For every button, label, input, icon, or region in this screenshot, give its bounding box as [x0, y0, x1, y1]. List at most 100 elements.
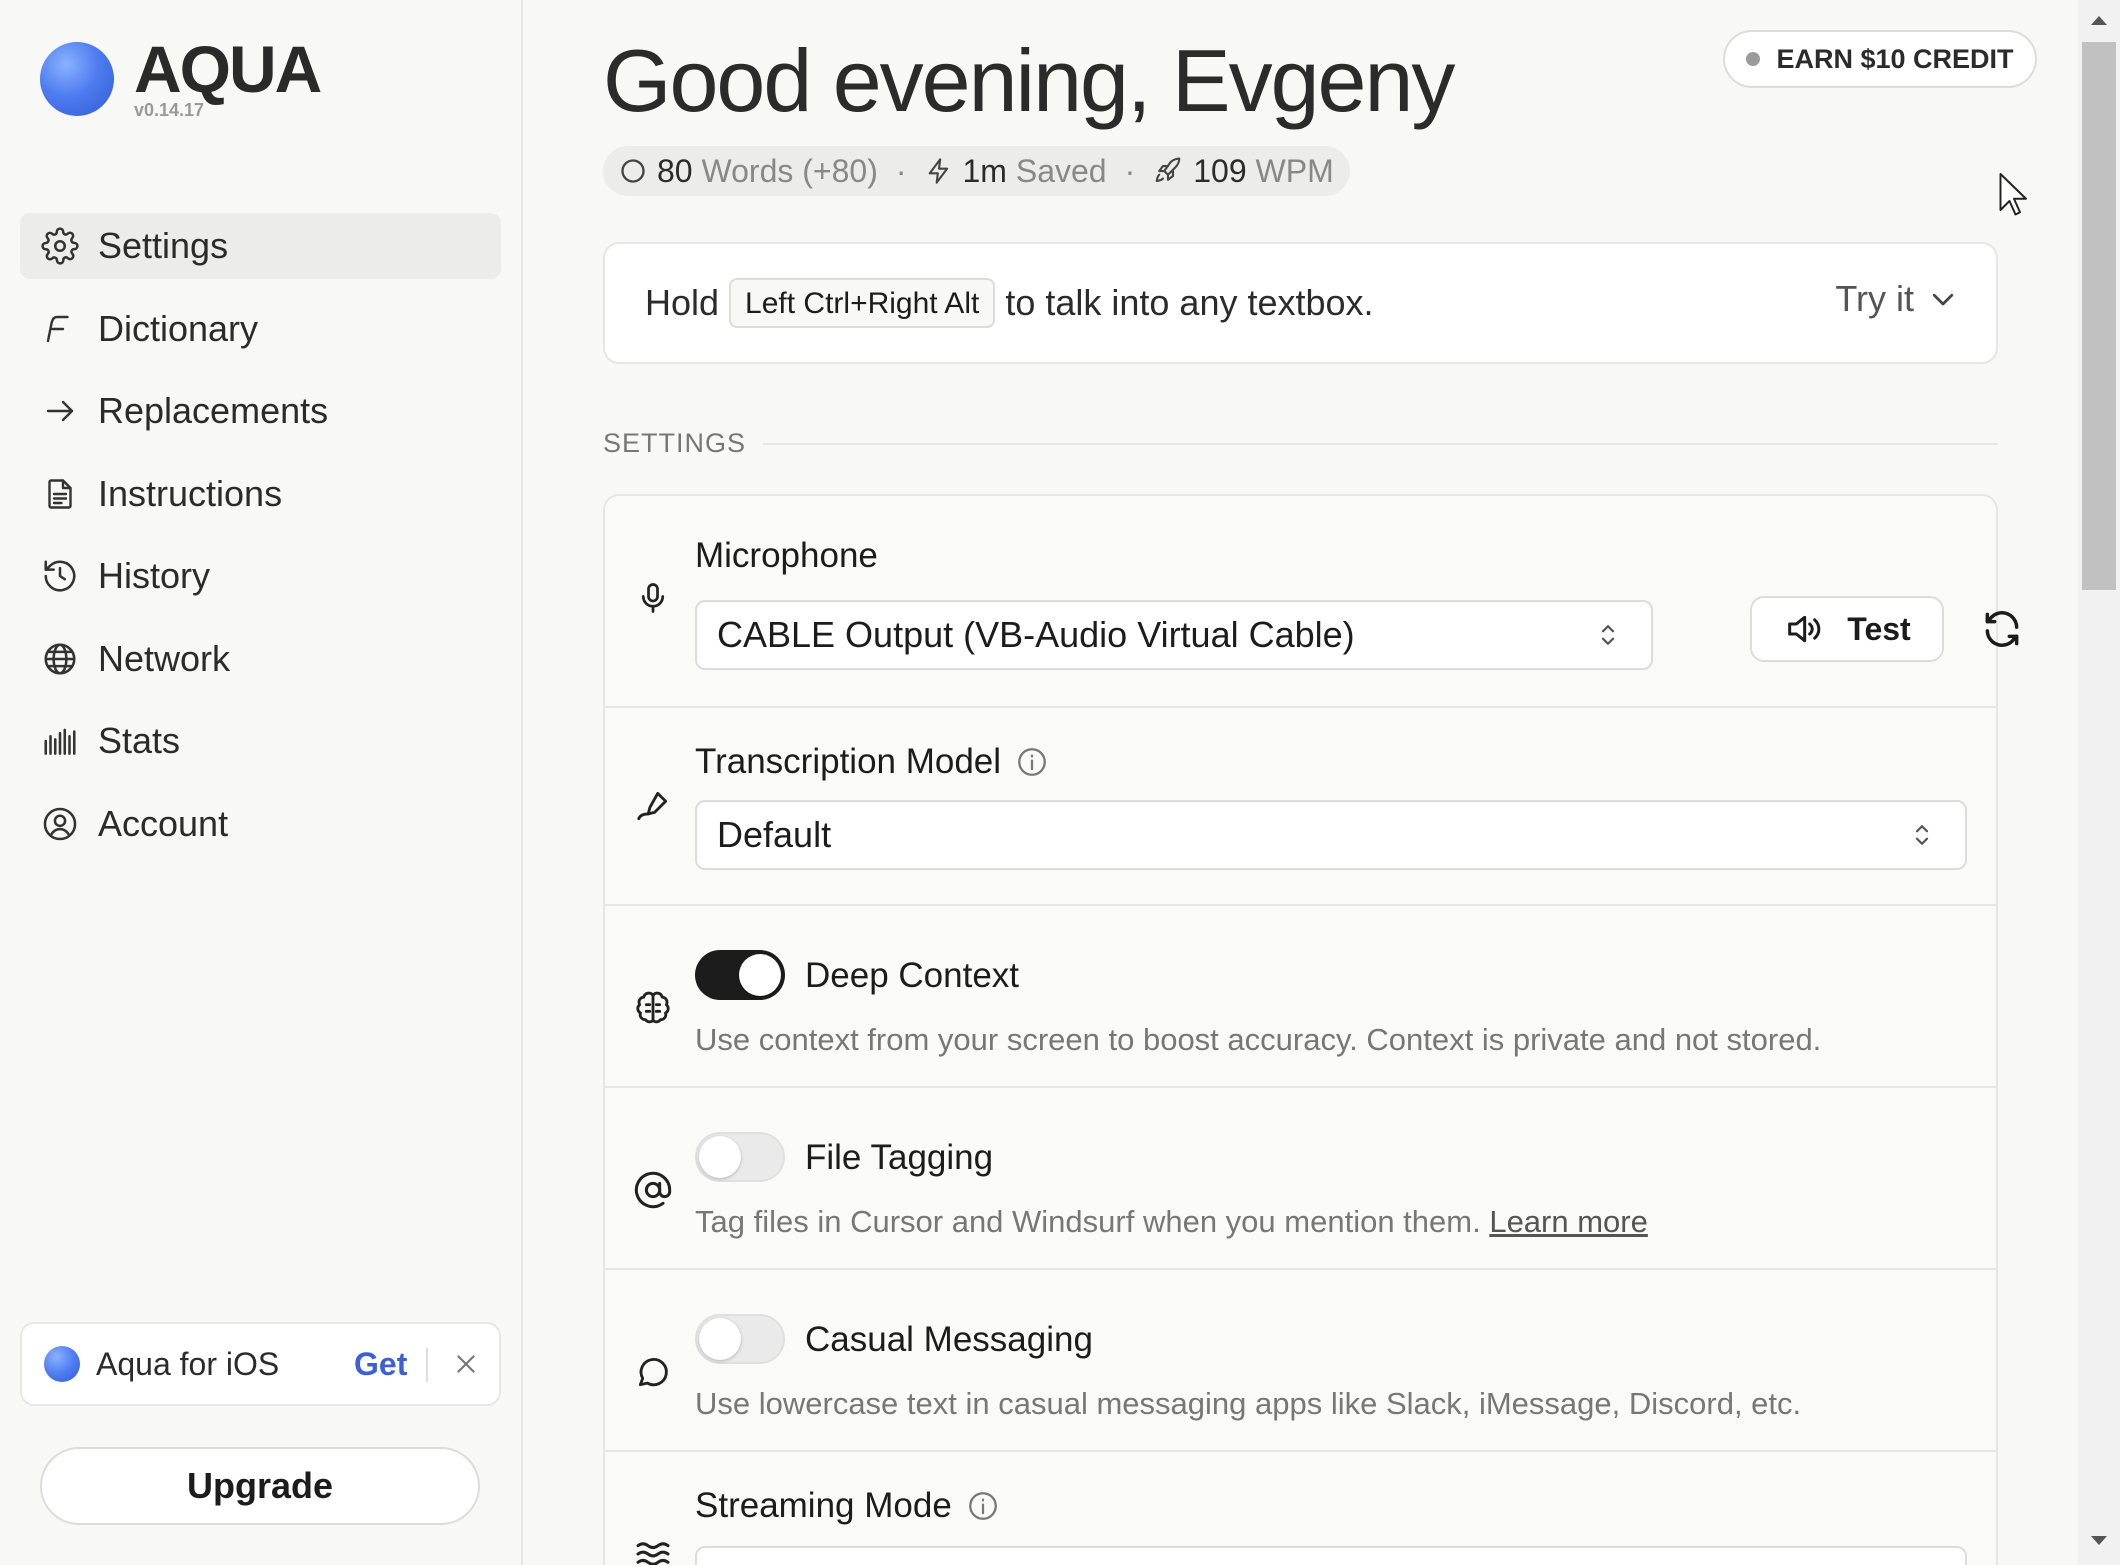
at-sign-icon: [633, 1170, 673, 1210]
file-tagging-toggle[interactable]: [695, 1132, 785, 1182]
deep-context-toggle[interactable]: [695, 950, 785, 1000]
scroll-up-icon: [2091, 16, 2107, 25]
sidebar-item-label: History: [98, 555, 211, 596]
microphone-value: CABLE Output (VB-Audio Virtual Cable): [717, 614, 1355, 655]
saved-label: Saved: [1015, 152, 1107, 189]
toggle-knob: [699, 1318, 741, 1360]
close-icon[interactable]: [446, 1344, 486, 1384]
try-it-toggle[interactable]: Try it: [1835, 278, 1958, 320]
brain-icon: [633, 988, 673, 1028]
document-icon: [38, 472, 82, 516]
streaming-mode-title: Streaming Mode: [695, 1486, 1000, 1526]
toggle-knob: [739, 954, 781, 996]
circle-icon: [621, 159, 645, 183]
microphone-row: Microphone CABLE Output (VB-Audio Virtua…: [605, 496, 2019, 708]
learn-more-link[interactable]: Learn more: [1489, 1204, 1648, 1239]
microphone-select[interactable]: CABLE Output (VB-Audio Virtual Cable): [695, 600, 1653, 670]
sidebar-item-label: Settings: [98, 225, 229, 266]
try-it-label: Try it: [1835, 278, 1914, 319]
sidebar-item-label: Dictionary: [98, 307, 259, 349]
test-microphone-button[interactable]: Test: [1750, 596, 1944, 662]
scroll-down-icon: [2091, 1536, 2107, 1545]
sidebar: AQUA v0.14.17 Settings Dictionary Replac…: [0, 0, 523, 1565]
gear-icon: [38, 224, 82, 268]
earn-credit-button[interactable]: EARN $10 CREDIT: [1723, 30, 2037, 88]
section-title: SETTINGS: [603, 428, 747, 458]
sidebar-nav: Settings Dictionary Replacements Instruc…: [20, 213, 501, 873]
transcription-model-value: Default: [717, 814, 832, 855]
refresh-icon[interactable]: [1977, 604, 2027, 654]
sidebar-item-replacements[interactable]: Replacements: [20, 378, 501, 444]
chevron-updown-icon: [1915, 825, 1929, 845]
scrollbar[interactable]: [2078, 0, 2120, 1565]
casual-messaging-desc: Use lowercase text in casual messaging a…: [695, 1386, 1802, 1421]
rocket-icon: [1155, 157, 1181, 183]
transcription-title: Transcription Model: [695, 742, 1049, 782]
deep-context-title: Deep Context: [805, 956, 1020, 995]
sidebar-item-label: Instructions: [98, 472, 283, 514]
sidebar-item-dictionary[interactable]: Dictionary: [20, 296, 501, 362]
page-title: Good evening, Evgeny: [603, 31, 1455, 130]
toggle-knob: [699, 1136, 741, 1178]
sidebar-item-account[interactable]: Account: [20, 791, 501, 857]
bars-icon: [38, 719, 82, 763]
streaming-mode-select[interactable]: [695, 1546, 1967, 1565]
saved-time: 1m: [962, 152, 1007, 189]
earn-credit-label: EARN $10 CREDIT: [1776, 43, 2014, 74]
sidebar-item-instructions[interactable]: Instructions: [20, 461, 501, 527]
waves-icon: [633, 1534, 673, 1565]
hold-shortcut-bar: Hold Left Ctrl+Right Alt to talk into an…: [603, 242, 1998, 364]
history-icon: [38, 554, 82, 598]
microphone-title: Microphone: [695, 536, 878, 575]
wpm-label: WPM: [1255, 152, 1334, 189]
casual-messaging-title: Casual Messaging: [805, 1320, 1093, 1359]
stats-pill: 80 Words (+80) · 1m Saved · 109 WPM: [603, 146, 1350, 196]
sidebar-item-label: Account: [98, 802, 229, 844]
separator: ·: [1124, 152, 1136, 189]
brand: AQUA v0.14.17: [40, 36, 322, 126]
chat-bubble-icon: [633, 1352, 673, 1392]
upgrade-button[interactable]: Upgrade: [40, 1447, 480, 1525]
scrollbar-thumb[interactable]: [2082, 42, 2116, 590]
arrow-right-icon: [38, 389, 82, 433]
info-icon: [968, 1492, 997, 1520]
sidebar-item-stats[interactable]: Stats: [20, 708, 501, 774]
transcription-row: Transcription Model Default: [605, 708, 1996, 906]
streaming-mode-row: Streaming Mode: [605, 1452, 1996, 1565]
separator: ·: [895, 152, 907, 189]
streaming-mode-label: Streaming Mode: [695, 1486, 952, 1525]
wpm-value: 109: [1193, 152, 1247, 189]
test-label: Test: [1847, 610, 1911, 647]
transcription-model-select[interactable]: Default: [695, 800, 1967, 870]
pen-icon: [633, 786, 673, 826]
sidebar-item-history[interactable]: History: [20, 543, 501, 609]
shortcut-key[interactable]: Left Ctrl+Right Alt: [729, 278, 996, 328]
sidebar-item-settings[interactable]: Settings: [20, 213, 501, 279]
file-tagging-desc: Tag files in Cursor and Windsurf when yo…: [695, 1204, 1648, 1240]
ios-promo-card: Aqua for iOS Get: [20, 1322, 501, 1406]
words-label: Words (+80): [701, 152, 878, 189]
settings-card: Microphone CABLE Output (VB-Audio Virtua…: [603, 494, 2019, 1565]
divider: [763, 443, 1998, 445]
chevron-down-icon: [1932, 293, 1954, 306]
ios-promo-label: Aqua for iOS: [96, 1345, 280, 1382]
globe-icon: [38, 637, 82, 681]
dictionary-icon: [38, 307, 82, 351]
sidebar-item-network[interactable]: Network: [20, 626, 501, 692]
aqua-logo-icon: [40, 42, 114, 116]
hold-prefix: Hold: [645, 282, 720, 323]
casual-messaging-row: Casual Messaging Use lowercase text in c…: [605, 1270, 1996, 1452]
ios-get-link[interactable]: Get: [354, 1346, 407, 1383]
deep-context-desc: Use context from your screen to boost ac…: [695, 1022, 1822, 1057]
divider: [426, 1348, 428, 1382]
file-tagging-desc-text: Tag files in Cursor and Windsurf when yo…: [695, 1204, 1481, 1239]
sidebar-item-label: Replacements: [98, 390, 329, 431]
main-content: Good evening, Evgeny EARN $10 CREDIT 80 …: [525, 0, 2078, 1565]
sidebar-item-label: Network: [98, 637, 231, 679]
mouse-cursor-icon: [1999, 173, 2027, 216]
chevron-updown-icon: [1601, 625, 1615, 645]
sidebar-item-label: Stats: [98, 720, 181, 761]
file-tagging-title: File Tagging: [805, 1138, 994, 1177]
file-tagging-row: File Tagging Tag files in Cursor and Win…: [605, 1088, 1996, 1270]
casual-messaging-toggle[interactable]: [695, 1314, 785, 1364]
